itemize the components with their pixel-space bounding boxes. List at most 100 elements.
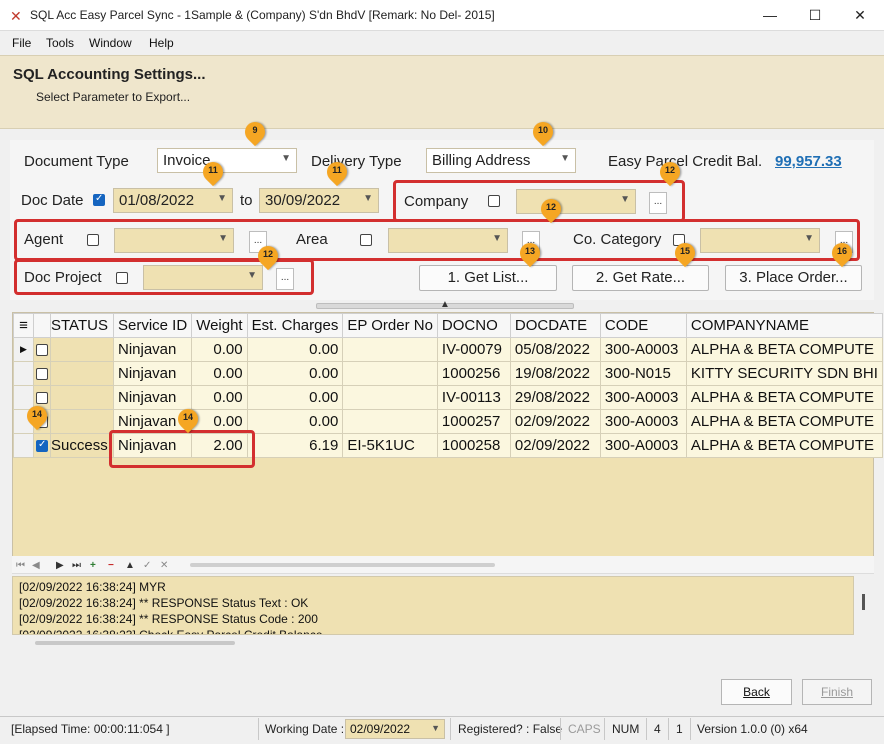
col-header-service[interactable]: Service ID (112, 313, 193, 338)
num-indicator: NUM (612, 722, 640, 736)
col-header-ep-order[interactable]: EP Order No (342, 313, 438, 338)
menu-file[interactable]: File (12, 36, 31, 50)
col-header-docdate[interactable]: DOCDATE (509, 313, 601, 338)
company-label: Company (404, 193, 469, 210)
col-header-company[interactable]: COMPANYNAME (685, 313, 883, 338)
marker-icon: 10 (528, 117, 558, 148)
elapsed-time: [Elapsed Time: 00:00:11:054 ] (11, 722, 170, 736)
marker-icon: 12 (253, 241, 283, 272)
company-checkbox[interactable] (488, 195, 500, 207)
menu-window[interactable]: Window (89, 36, 132, 50)
next-record-icon[interactable]: ▶ (56, 560, 64, 571)
agent-select[interactable]: ▼ (114, 228, 234, 253)
doc-project-select[interactable]: ▼ (143, 265, 263, 290)
date-to-picker[interactable]: 30/09/2022 ▼ (259, 188, 379, 213)
cell-service[interactable]: Ninjavan (112, 385, 193, 410)
cancel-record-icon[interactable]: ✕ (160, 560, 168, 571)
row-checkbox[interactable] (36, 367, 48, 380)
cell-docno: 1000258 (436, 433, 511, 458)
cell-weight[interactable]: 0.00 (191, 361, 248, 386)
agent-checkbox[interactable] (87, 234, 99, 246)
area-select[interactable]: ▼ (388, 228, 508, 253)
cell-weight[interactable]: 0.00 (191, 337, 248, 362)
cell-docno: IV-00079 (436, 337, 511, 362)
add-record-icon[interactable]: + (90, 560, 96, 571)
cell-ep-order (342, 337, 438, 362)
row-checkbox[interactable] (36, 343, 48, 356)
document-type-select[interactable]: Invoice ▼ (157, 148, 297, 173)
area-checkbox[interactable] (360, 234, 372, 246)
table-row[interactable]: Ninjavan 0.00 0.00 1000256 19/08/2022 30… (13, 361, 883, 386)
credit-balance-link[interactable]: 99,957.33 (775, 153, 842, 170)
delete-record-icon[interactable]: − (108, 560, 114, 571)
col-header-weight[interactable]: Weight (191, 313, 248, 338)
cell-status (50, 361, 114, 386)
doc-project-label: Doc Project (24, 269, 102, 286)
app-icon: ✕ (10, 8, 22, 24)
col-header-charges[interactable]: Est. Charges (246, 313, 344, 338)
chevron-up-icon[interactable]: ▲ (440, 299, 450, 310)
row-indicator (13, 361, 34, 386)
grid-horizontal-scrollbar[interactable] (190, 563, 495, 567)
maximize-button[interactable]: ☐ (795, 0, 835, 31)
status-divider (646, 718, 647, 740)
menu-help[interactable]: Help (149, 36, 174, 50)
cell-company: ALPHA & BETA COMPUTE (685, 337, 883, 362)
row-checkbox[interactable] (36, 391, 48, 404)
row-checkbox-cell[interactable] (33, 361, 51, 386)
table-row[interactable]: ▶ Ninjavan 0.00 0.00 IV-00079 05/08/2022… (13, 337, 883, 362)
marker-icon: 11 (198, 157, 228, 188)
chevron-down-icon: ▼ (217, 193, 227, 204)
doc-project-browse-button[interactable]: ... (276, 268, 294, 290)
cell-ep-order (342, 385, 438, 410)
page-title: SQL Accounting Settings... (13, 66, 206, 83)
last-record-icon[interactable]: ⏭ (72, 560, 81, 571)
first-record-icon[interactable]: ⏮ (16, 560, 25, 571)
to-label: to (240, 192, 253, 209)
doc-date-checkbox[interactable] (93, 193, 105, 206)
delivery-type-select[interactable]: Billing Address ▼ (426, 148, 576, 173)
col-header-code[interactable]: CODE (599, 313, 687, 338)
edit-record-icon[interactable]: ▲ (125, 560, 135, 571)
row-checkbox-cell[interactable] (33, 433, 51, 458)
col-header-status[interactable]: STATUS (50, 313, 114, 338)
cell-docdate: 19/08/2022 (509, 361, 601, 386)
log-line: [02/09/2022 16:38:24] ** RESPONSE Status… (19, 596, 309, 610)
cell-service[interactable]: Ninjavan (112, 361, 193, 386)
working-date-value: 02/09/2022 (350, 722, 411, 736)
date-to-value: 30/09/2022 (265, 192, 341, 209)
cell-status (50, 385, 114, 410)
row-checkbox[interactable] (36, 439, 48, 452)
working-date-picker[interactable]: 02/09/2022 ▼ (345, 719, 445, 739)
minimize-button[interactable]: — (750, 0, 790, 31)
company-select[interactable]: ▼ (516, 189, 636, 214)
cell-code: 300-A0003 (599, 433, 687, 458)
cell-weight[interactable]: 0.00 (191, 385, 248, 410)
service-weight-highlight (109, 430, 255, 468)
version-text: Version 1.0.0 (0) x64 (697, 722, 808, 736)
row-checkbox-cell[interactable] (33, 337, 51, 362)
doc-project-checkbox[interactable] (116, 272, 128, 284)
date-from-picker[interactable]: 01/08/2022 ▼ (113, 188, 233, 213)
status-divider (604, 718, 605, 740)
log-horizontal-scrollbar[interactable] (35, 641, 235, 645)
status-divider (560, 718, 561, 740)
table-row[interactable]: Ninjavan 0.00 0.00 IV-00113 29/08/2022 3… (13, 385, 883, 410)
company-browse-button[interactable]: ... (649, 192, 667, 214)
marker-icon: 16 (827, 238, 857, 269)
log-vertical-scrollbar[interactable] (862, 594, 865, 610)
grid-menu-icon[interactable]: ≡ (13, 313, 34, 338)
post-record-icon[interactable]: ✓ (143, 560, 151, 571)
category-select[interactable]: ▼ (700, 228, 820, 253)
menu-tools[interactable]: Tools (46, 36, 74, 50)
cell-docno: 1000257 (436, 409, 511, 434)
cell-service[interactable]: Ninjavan (112, 337, 193, 362)
col-header-docno[interactable]: DOCNO (436, 313, 511, 338)
marker-icon: 13 (515, 238, 545, 269)
document-type-label: Document Type (24, 153, 129, 170)
log-line: [02/09/2022 16:38:24] ** RESPONSE Status… (19, 612, 318, 626)
prev-page-icon[interactable]: ◀ (32, 560, 40, 571)
close-button[interactable]: ✕ (840, 0, 880, 31)
back-button[interactable]: Back (721, 679, 792, 705)
finish-button[interactable]: Finish (802, 679, 872, 705)
